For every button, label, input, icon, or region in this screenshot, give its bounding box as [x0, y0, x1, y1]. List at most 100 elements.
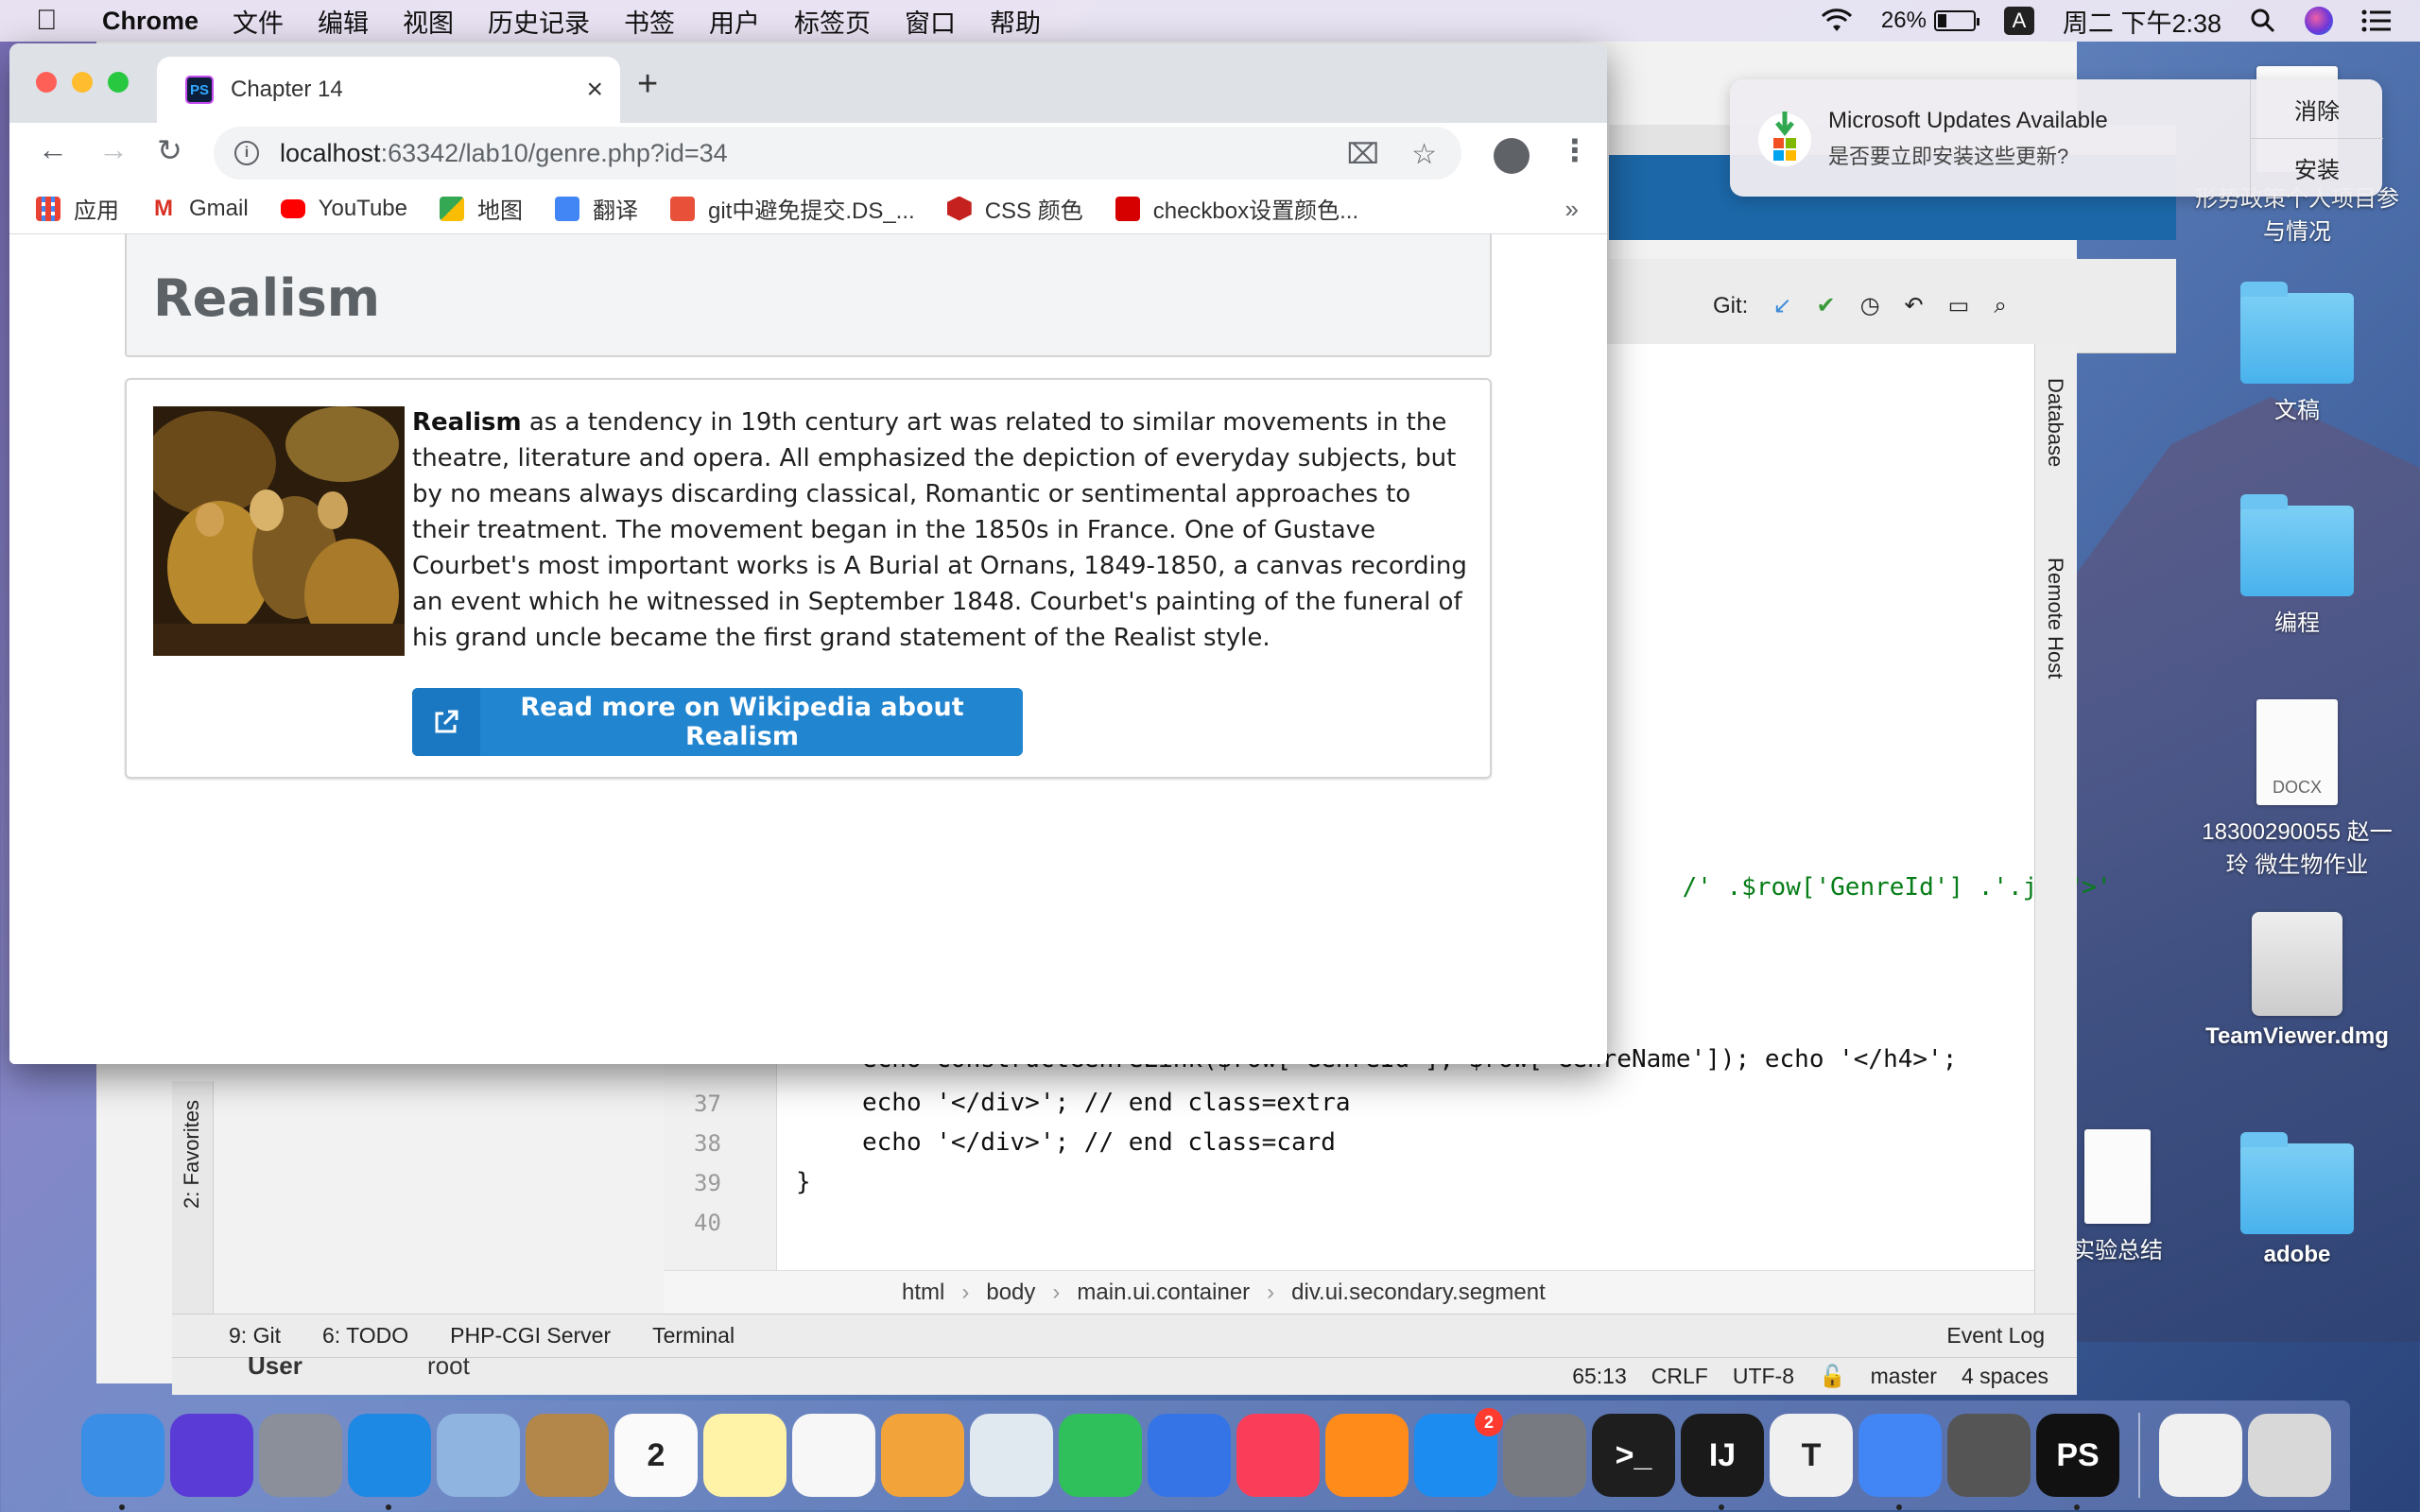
remote-host-tab[interactable]: Remote Host [2043, 558, 2067, 679]
dock-app-photos[interactable] [881, 1414, 964, 1497]
desktop-item-dmg[interactable]: TeamViewer.dmg [2193, 912, 2401, 1050]
history-icon[interactable]: ◷ [1860, 292, 1880, 319]
wifi-icon[interactable] [1821, 9, 1853, 33]
dock-app-typora[interactable]: T [1770, 1414, 1853, 1497]
rollback-icon[interactable]: ↶ [1905, 292, 1924, 319]
bookmark-maps[interactable]: 地图 [439, 192, 523, 225]
dock-app-reminders[interactable] [792, 1414, 875, 1497]
breadcrumb-item[interactable]: div.ui.secondary.segment [1291, 1280, 1546, 1306]
forward-icon[interactable]: → [98, 132, 129, 167]
close-window-button[interactable] [36, 72, 57, 93]
reload-icon[interactable]: ↻ [157, 132, 182, 168]
dock-trash-icon[interactable] [2248, 1414, 2331, 1497]
tool-window-todo[interactable]: 6: TODO [322, 1323, 408, 1349]
bookmark-apps[interactable]: 应用 [36, 192, 119, 225]
bookmark-css-colors[interactable]: CSS 颜色 [946, 192, 1083, 225]
bookmark-git[interactable]: git中避免提交.DS_... [669, 192, 915, 225]
bookmark-translate[interactable]: 翻译 [554, 192, 638, 225]
dock-app-terminal[interactable]: >_ [1592, 1414, 1675, 1497]
git-commit-icon[interactable]: ✔ [1816, 292, 1835, 319]
desktop-item-folder[interactable]: 编程 [2193, 494, 2401, 637]
dock-app-books[interactable] [1325, 1414, 1409, 1497]
menu-item-file[interactable]: 文件 [233, 3, 284, 40]
wikipedia-button[interactable]: Read more on Wikipedia about Realism [412, 688, 1023, 756]
dock-app-finder[interactable] [81, 1414, 164, 1510]
bookmark-star-icon[interactable]: ☆ [1411, 138, 1437, 171]
breadcrumb-item[interactable]: body [986, 1280, 1035, 1306]
notification-center-icon[interactable] [2361, 9, 2392, 33]
layout-icon[interactable]: ▭ [1948, 292, 1970, 319]
dock-app-siri[interactable] [170, 1414, 253, 1497]
dock-app-numbers[interactable] [1059, 1414, 1142, 1497]
favorites-tab[interactable]: 2: Favorites [180, 1100, 204, 1209]
desktop-item-docx[interactable]: DOCX 18300290055 赵一玲 微生物作业 [2193, 699, 2401, 879]
spotlight-search-icon[interactable] [2250, 8, 2276, 34]
tool-window-php-cgi[interactable]: PHP-CGI Server [450, 1323, 611, 1349]
battery-status[interactable]: 26% [1881, 8, 1979, 34]
dock-app-preview[interactable] [970, 1414, 1053, 1497]
apple-menu-icon[interactable]:  [36, 5, 74, 37]
bookmark-gmail[interactable]: M Gmail [151, 196, 249, 222]
dock-app-safari[interactable] [348, 1414, 431, 1510]
close-tab-icon[interactable]: × [586, 74, 603, 106]
menu-item-tabs[interactable]: 标签页 [794, 3, 871, 40]
dock-app-app-store[interactable]: 2 [1414, 1408, 1503, 1497]
dock-app-calendar[interactable]: 2 [614, 1414, 698, 1497]
lock-icon[interactable]: 🔓 [1819, 1364, 1846, 1389]
git-update-icon[interactable]: ↙ [1772, 292, 1791, 319]
dock-app-mail[interactable] [437, 1414, 520, 1497]
dock-app-keynote[interactable] [1148, 1414, 1231, 1497]
menu-item-window[interactable]: 窗口 [905, 3, 956, 40]
line-separator[interactable]: CRLF [1651, 1364, 1708, 1389]
update-notification[interactable]: Microsoft Updates Available 是否要立即安装这些更新?… [1730, 79, 2383, 197]
indent-setting[interactable]: 4 spaces [1962, 1364, 2048, 1389]
git-branch[interactable]: master [1871, 1364, 1937, 1389]
dock-app-notes[interactable] [703, 1414, 786, 1497]
tool-window-git[interactable]: 9: Git [229, 1323, 281, 1349]
dock-app-sequel-pro[interactable] [1947, 1414, 2031, 1497]
dock-app-system-preferences[interactable] [1503, 1414, 1586, 1497]
translate-icon[interactable]: ⌧ [1347, 138, 1380, 171]
new-tab-button[interactable]: + [637, 64, 658, 105]
minimize-window-button[interactable] [72, 72, 93, 93]
tab-chapter-14[interactable]: PS Chapter 14 × [157, 57, 620, 123]
search-icon[interactable]: ⌕ [1994, 293, 2006, 319]
menu-item-people[interactable]: 用户 [709, 3, 760, 40]
bookmark-checkbox[interactable]: checkbox设置颜色... [1115, 192, 1358, 225]
chrome-menu-icon[interactable]: ⋮ [1560, 132, 1590, 168]
menu-item-help[interactable]: 帮助 [990, 3, 1041, 40]
desktop-item-folder[interactable]: adobe [2193, 1132, 2401, 1268]
input-method-icon[interactable]: A [2003, 7, 2034, 35]
cursor-position[interactable]: 65:13 [1572, 1364, 1627, 1389]
dismiss-button[interactable]: 消除 [2251, 79, 2383, 138]
dock-app-launchpad[interactable] [259, 1414, 342, 1497]
file-encoding[interactable]: UTF-8 [1733, 1364, 1794, 1389]
address-bar[interactable]: i localhost:63342/lab10/genre.php?id=34 … [214, 127, 1461, 180]
profile-avatar-icon[interactable] [1494, 138, 1530, 174]
dock-app-intellij-idea[interactable]: IJ [1681, 1414, 1764, 1510]
more-bookmarks-icon[interactable]: » [1565, 195, 1579, 224]
menu-app-name[interactable]: Chrome [102, 7, 199, 36]
menu-item-bookmarks[interactable]: 书签 [624, 3, 675, 40]
dock-app-chrome[interactable] [1858, 1414, 1942, 1510]
breadcrumb-item[interactable]: main.ui.container [1077, 1280, 1250, 1306]
back-icon[interactable]: ← [38, 132, 68, 167]
breadcrumb-item[interactable]: html [902, 1280, 944, 1306]
zoom-window-button[interactable] [108, 72, 129, 93]
menu-item-history[interactable]: 历史记录 [488, 3, 590, 40]
menu-item-edit[interactable]: 编辑 [318, 3, 369, 40]
install-button[interactable]: 安装 [2251, 138, 2383, 197]
desktop-item-folder[interactable]: 文稿 [2193, 282, 2401, 424]
database-tab[interactable]: Database [2043, 378, 2067, 467]
tool-window-terminal[interactable]: Terminal [652, 1323, 735, 1349]
menu-item-view[interactable]: 视图 [403, 3, 454, 40]
site-info-icon[interactable]: i [234, 141, 259, 165]
dock-app-contacts[interactable] [526, 1414, 609, 1497]
dock-app-phpstorm[interactable]: PS [2036, 1414, 2119, 1510]
bookmark-youtube[interactable]: YouTube [280, 196, 407, 222]
siri-icon[interactable] [2305, 7, 2333, 35]
event-log[interactable]: Event Log [1946, 1323, 2045, 1349]
dock-app-music[interactable] [1236, 1414, 1320, 1497]
menu-clock[interactable]: 周二 下午2:38 [2063, 3, 2221, 40]
dock-downloads-stack-icon[interactable] [2159, 1414, 2242, 1497]
